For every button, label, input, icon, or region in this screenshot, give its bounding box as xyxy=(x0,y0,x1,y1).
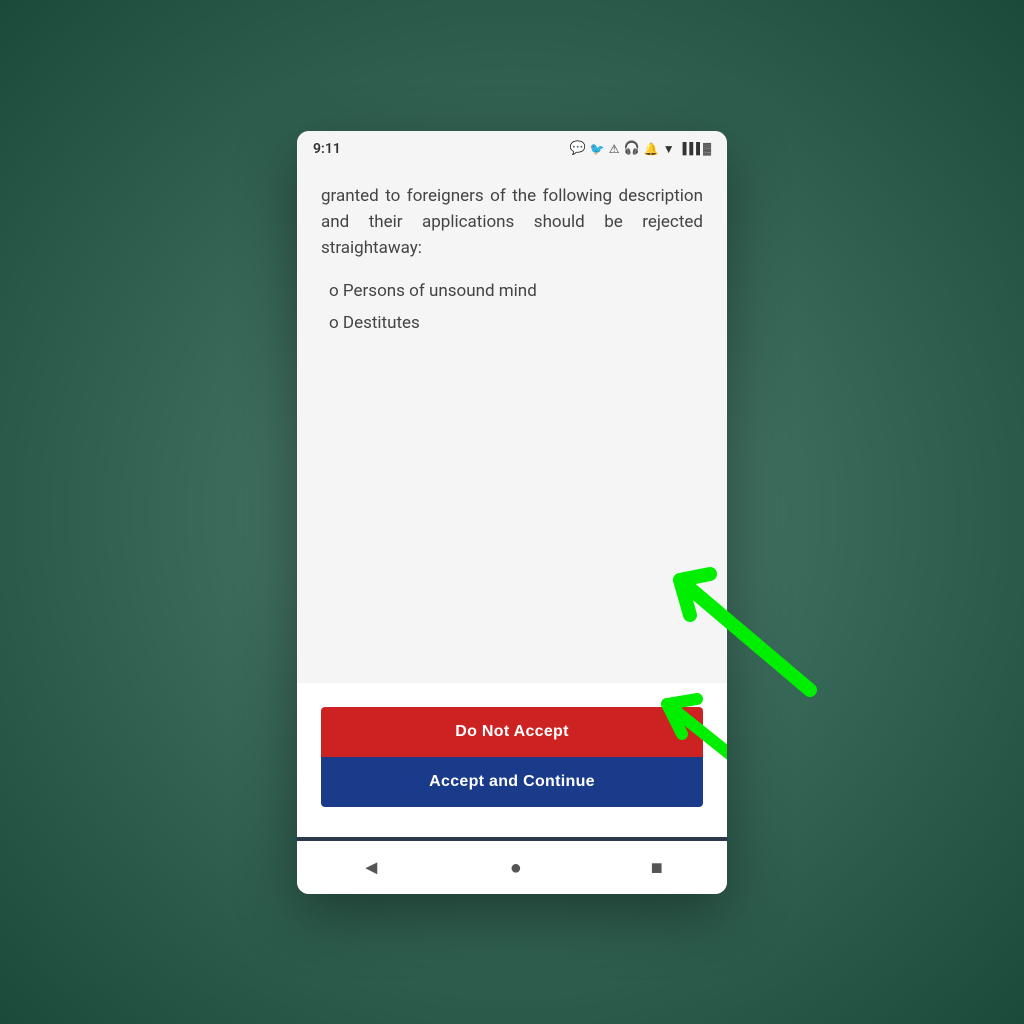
phone-frame: 9:11 💬 🐦 ⚠ 🎧 🔔 ▼ ▐▐▐ ▓ granted to foreig… xyxy=(297,131,727,894)
signal-icon: ▼ xyxy=(663,142,675,156)
do-not-accept-button[interactable]: Do Not Accept xyxy=(321,707,703,757)
whatsapp-icon: 💬 xyxy=(570,141,586,156)
list-item-1: o Persons of unsound mind xyxy=(321,278,703,304)
recent-apps-button[interactable]: ■ xyxy=(651,855,663,880)
content-area: granted to foreigners of the following d… xyxy=(297,163,727,683)
status-bar: 9:11 💬 🐦 ⚠ 🎧 🔔 ▼ ▐▐▐ ▓ xyxy=(297,131,727,163)
main-paragraph: granted to foreigners of the following d… xyxy=(321,183,703,262)
back-button[interactable]: ◄ xyxy=(361,855,381,880)
headphone-icon: 🎧 xyxy=(624,141,640,156)
battery-icon: ▓ xyxy=(703,142,711,155)
buttons-area: Do Not Accept Accept and Continue xyxy=(297,683,727,837)
list-item-2: o Destitutes xyxy=(321,310,703,336)
twitter-icon: 🐦 xyxy=(590,142,605,156)
network-bars-icon: ▐▐▐ xyxy=(679,142,699,155)
accept-continue-button[interactable]: Accept and Continue xyxy=(321,757,703,807)
home-button[interactable]: ● xyxy=(510,855,522,880)
alert-icon: ⚠ xyxy=(609,142,620,156)
bell-icon: 🔔 xyxy=(644,142,659,156)
status-time: 9:11 xyxy=(313,141,341,157)
status-icons: 💬 🐦 ⚠ 🎧 🔔 ▼ ▐▐▐ ▓ xyxy=(570,141,711,156)
nav-bar: ◄ ● ■ xyxy=(297,841,727,894)
